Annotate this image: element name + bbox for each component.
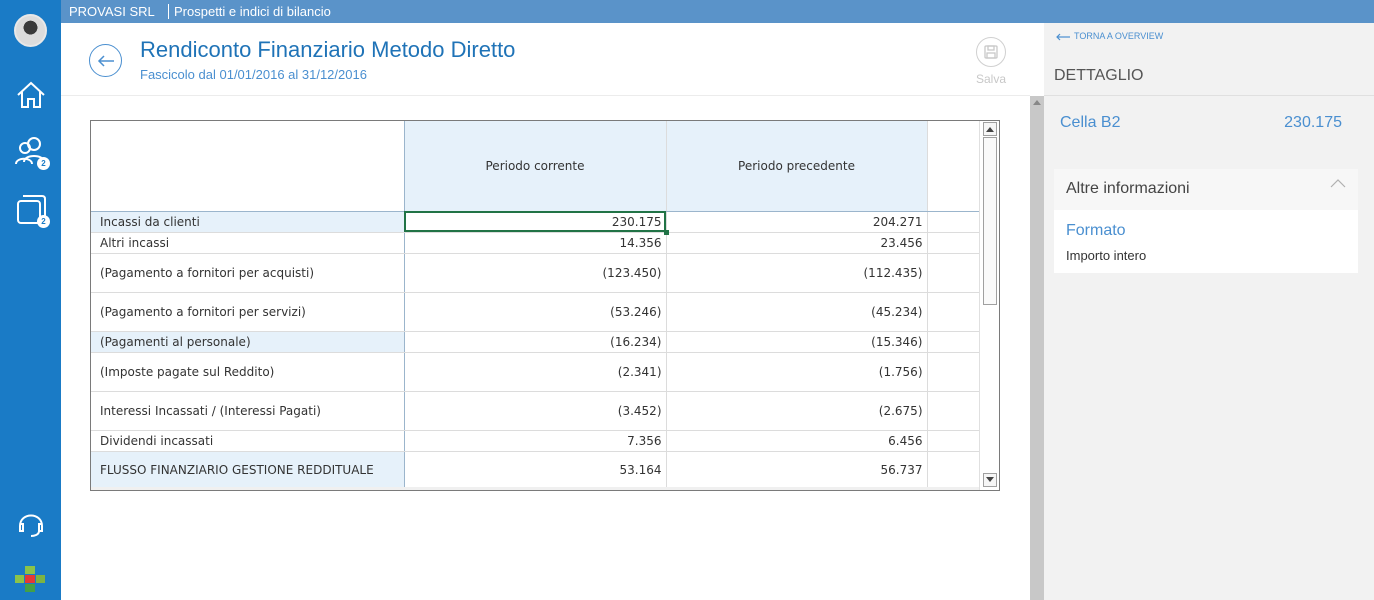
row-label[interactable]: Altri incassi xyxy=(91,232,405,254)
header-cell-previous[interactable]: Periodo precedente xyxy=(666,121,928,212)
row-current[interactable]: (3.452) xyxy=(404,391,667,431)
company-name[interactable]: PROVASI SRL xyxy=(69,0,155,23)
scroll-up-arrow-icon[interactable] xyxy=(1033,100,1041,105)
row-empty[interactable] xyxy=(927,211,979,233)
row-current[interactable]: 14.356 xyxy=(404,232,667,254)
back-to-overview-link[interactable]: TORNA A OVERVIEW xyxy=(1056,31,1163,41)
grid-bottom-strip xyxy=(91,487,979,490)
row-empty[interactable] xyxy=(927,352,979,392)
info-card-title: Altre informazioni xyxy=(1066,180,1190,197)
row-label[interactable]: FLUSSO FINANZIARIO GESTIONE REDDITUALE xyxy=(91,451,405,489)
top-bar: PROVASI SRL Prospetti e indici di bilanc… xyxy=(61,0,1374,23)
table-header-row: Periodo corrente Periodo precedente xyxy=(91,121,979,212)
row-current[interactable]: (123.450) xyxy=(404,253,667,293)
row-previous[interactable]: 23.456 xyxy=(666,232,928,254)
scroll-thumb[interactable] xyxy=(983,137,997,305)
info-card-header[interactable]: Altre informazioni xyxy=(1054,169,1358,210)
row-current[interactable]: 7.356 xyxy=(404,430,667,452)
row-previous[interactable]: (112.435) xyxy=(666,253,928,293)
row-empty[interactable] xyxy=(927,331,979,353)
detail-panel: TORNA A OVERVIEW DETTAGLIO Cella B2 230.… xyxy=(1044,23,1374,600)
arrow-left-icon xyxy=(1056,33,1070,41)
cell-name: Cella B2 xyxy=(1060,114,1121,131)
row-current[interactable]: (53.246) xyxy=(404,292,667,332)
row-label[interactable]: Interessi Incassati / (Interessi Pagati) xyxy=(91,391,405,431)
home-icon[interactable] xyxy=(12,76,50,114)
table-row: Altri incassi 14.356 23.456 xyxy=(91,232,979,254)
row-empty[interactable] xyxy=(927,451,979,489)
row-label[interactable]: Incassi da clienti xyxy=(91,211,405,233)
page-title: Rendiconto Finanziario Metodo Diretto xyxy=(140,37,516,62)
row-empty[interactable] xyxy=(927,391,979,431)
left-rail: 2 2 xyxy=(0,0,61,600)
row-previous[interactable]: 204.271 xyxy=(666,211,928,233)
spreadsheet-grid[interactable]: Periodo corrente Periodo precedente Inca… xyxy=(90,120,1000,491)
page-subtitle: Fascicolo dal 01/01/2016 al 31/12/2016 xyxy=(140,67,367,82)
back-to-overview-label: TORNA A OVERVIEW xyxy=(1074,31,1164,41)
topbar-separator xyxy=(168,4,169,19)
panel-gap xyxy=(1030,23,1044,96)
row-previous[interactable]: (2.675) xyxy=(666,391,928,431)
info-card: Altre informazioni Formato Importo inter… xyxy=(1054,169,1358,273)
header-cell-empty[interactable] xyxy=(927,121,979,212)
table-row: (Pagamento a fornitori per acquisti) (12… xyxy=(91,253,979,293)
cell-value: 230.175 xyxy=(1284,114,1342,131)
row-label[interactable]: (Pagamento a fornitori per servizi) xyxy=(91,292,405,332)
panel-heading: DETTAGLIO xyxy=(1054,67,1144,84)
breadcrumb-title: Prospetti e indici di bilancio xyxy=(174,4,331,19)
save-label: Salva xyxy=(975,72,1007,86)
row-empty[interactable] xyxy=(927,292,979,332)
brand-logo-icon xyxy=(15,566,45,592)
floppy-disk-icon xyxy=(984,45,998,59)
row-previous[interactable]: 6.456 xyxy=(666,430,928,452)
table-row: (Pagamenti al personale) (16.234) (15.34… xyxy=(91,331,979,353)
row-label[interactable]: (Imposte pagate sul Reddito) xyxy=(91,352,405,392)
scroll-up-button[interactable] xyxy=(983,122,997,136)
header-cell-label[interactable] xyxy=(91,121,405,212)
support-headset-icon[interactable] xyxy=(12,504,50,542)
windows-icon[interactable]: 2 xyxy=(12,190,50,228)
row-current[interactable]: (2.341) xyxy=(404,352,667,392)
row-empty[interactable] xyxy=(927,430,979,452)
scroll-down-button[interactable] xyxy=(983,473,997,487)
row-empty[interactable] xyxy=(927,232,979,254)
panel-divider xyxy=(1044,95,1374,96)
row-label[interactable]: Dividendi incassati xyxy=(91,430,405,452)
caret-down-icon xyxy=(986,477,994,482)
save-button[interactable]: Salva xyxy=(972,37,1010,86)
users-icon[interactable]: 2 xyxy=(12,132,50,170)
selected-cell[interactable]: 230.175 xyxy=(404,211,668,234)
row-previous[interactable]: 56.737 xyxy=(666,451,928,489)
page-scrollbar[interactable] xyxy=(1030,96,1044,600)
table-row: (Pagamento a fornitori per servizi) (53.… xyxy=(91,292,979,332)
row-previous[interactable]: (45.234) xyxy=(666,292,928,332)
row-empty[interactable] xyxy=(927,253,979,293)
arrow-left-icon xyxy=(97,55,114,67)
header-divider xyxy=(61,95,1030,96)
row-current[interactable]: 53.164 xyxy=(404,451,667,489)
format-value: Importo intero xyxy=(1066,248,1147,263)
chevron-up-icon[interactable] xyxy=(1330,179,1346,188)
header-cell-current[interactable]: Periodo corrente xyxy=(404,121,667,212)
row-label[interactable]: (Pagamenti al personale) xyxy=(91,331,405,353)
row-previous[interactable]: (1.756) xyxy=(666,352,928,392)
avatar[interactable] xyxy=(14,14,47,47)
grid-vertical-scrollbar[interactable] xyxy=(979,121,999,490)
financial-table: Periodo corrente Periodo precedente Inca… xyxy=(91,121,979,489)
format-label: Formato xyxy=(1066,222,1126,239)
table-row: Interessi Incassati / (Interessi Pagati)… xyxy=(91,391,979,431)
row-label[interactable]: (Pagamento a fornitori per acquisti) xyxy=(91,253,405,293)
row-previous[interactable]: (15.346) xyxy=(666,331,928,353)
back-button[interactable] xyxy=(89,44,122,77)
users-badge: 2 xyxy=(37,157,50,170)
windows-badge: 2 xyxy=(37,215,50,228)
table-row: Dividendi incassati 7.356 6.456 xyxy=(91,430,979,452)
table-row: FLUSSO FINANZIARIO GESTIONE REDDITUALE 5… xyxy=(91,451,979,489)
caret-up-icon xyxy=(986,127,994,132)
table-row: (Imposte pagate sul Reddito) (2.341) (1.… xyxy=(91,352,979,392)
row-current[interactable]: (16.234) xyxy=(404,331,667,353)
table-row: Incassi da clienti 230.175 204.271 xyxy=(91,211,979,234)
